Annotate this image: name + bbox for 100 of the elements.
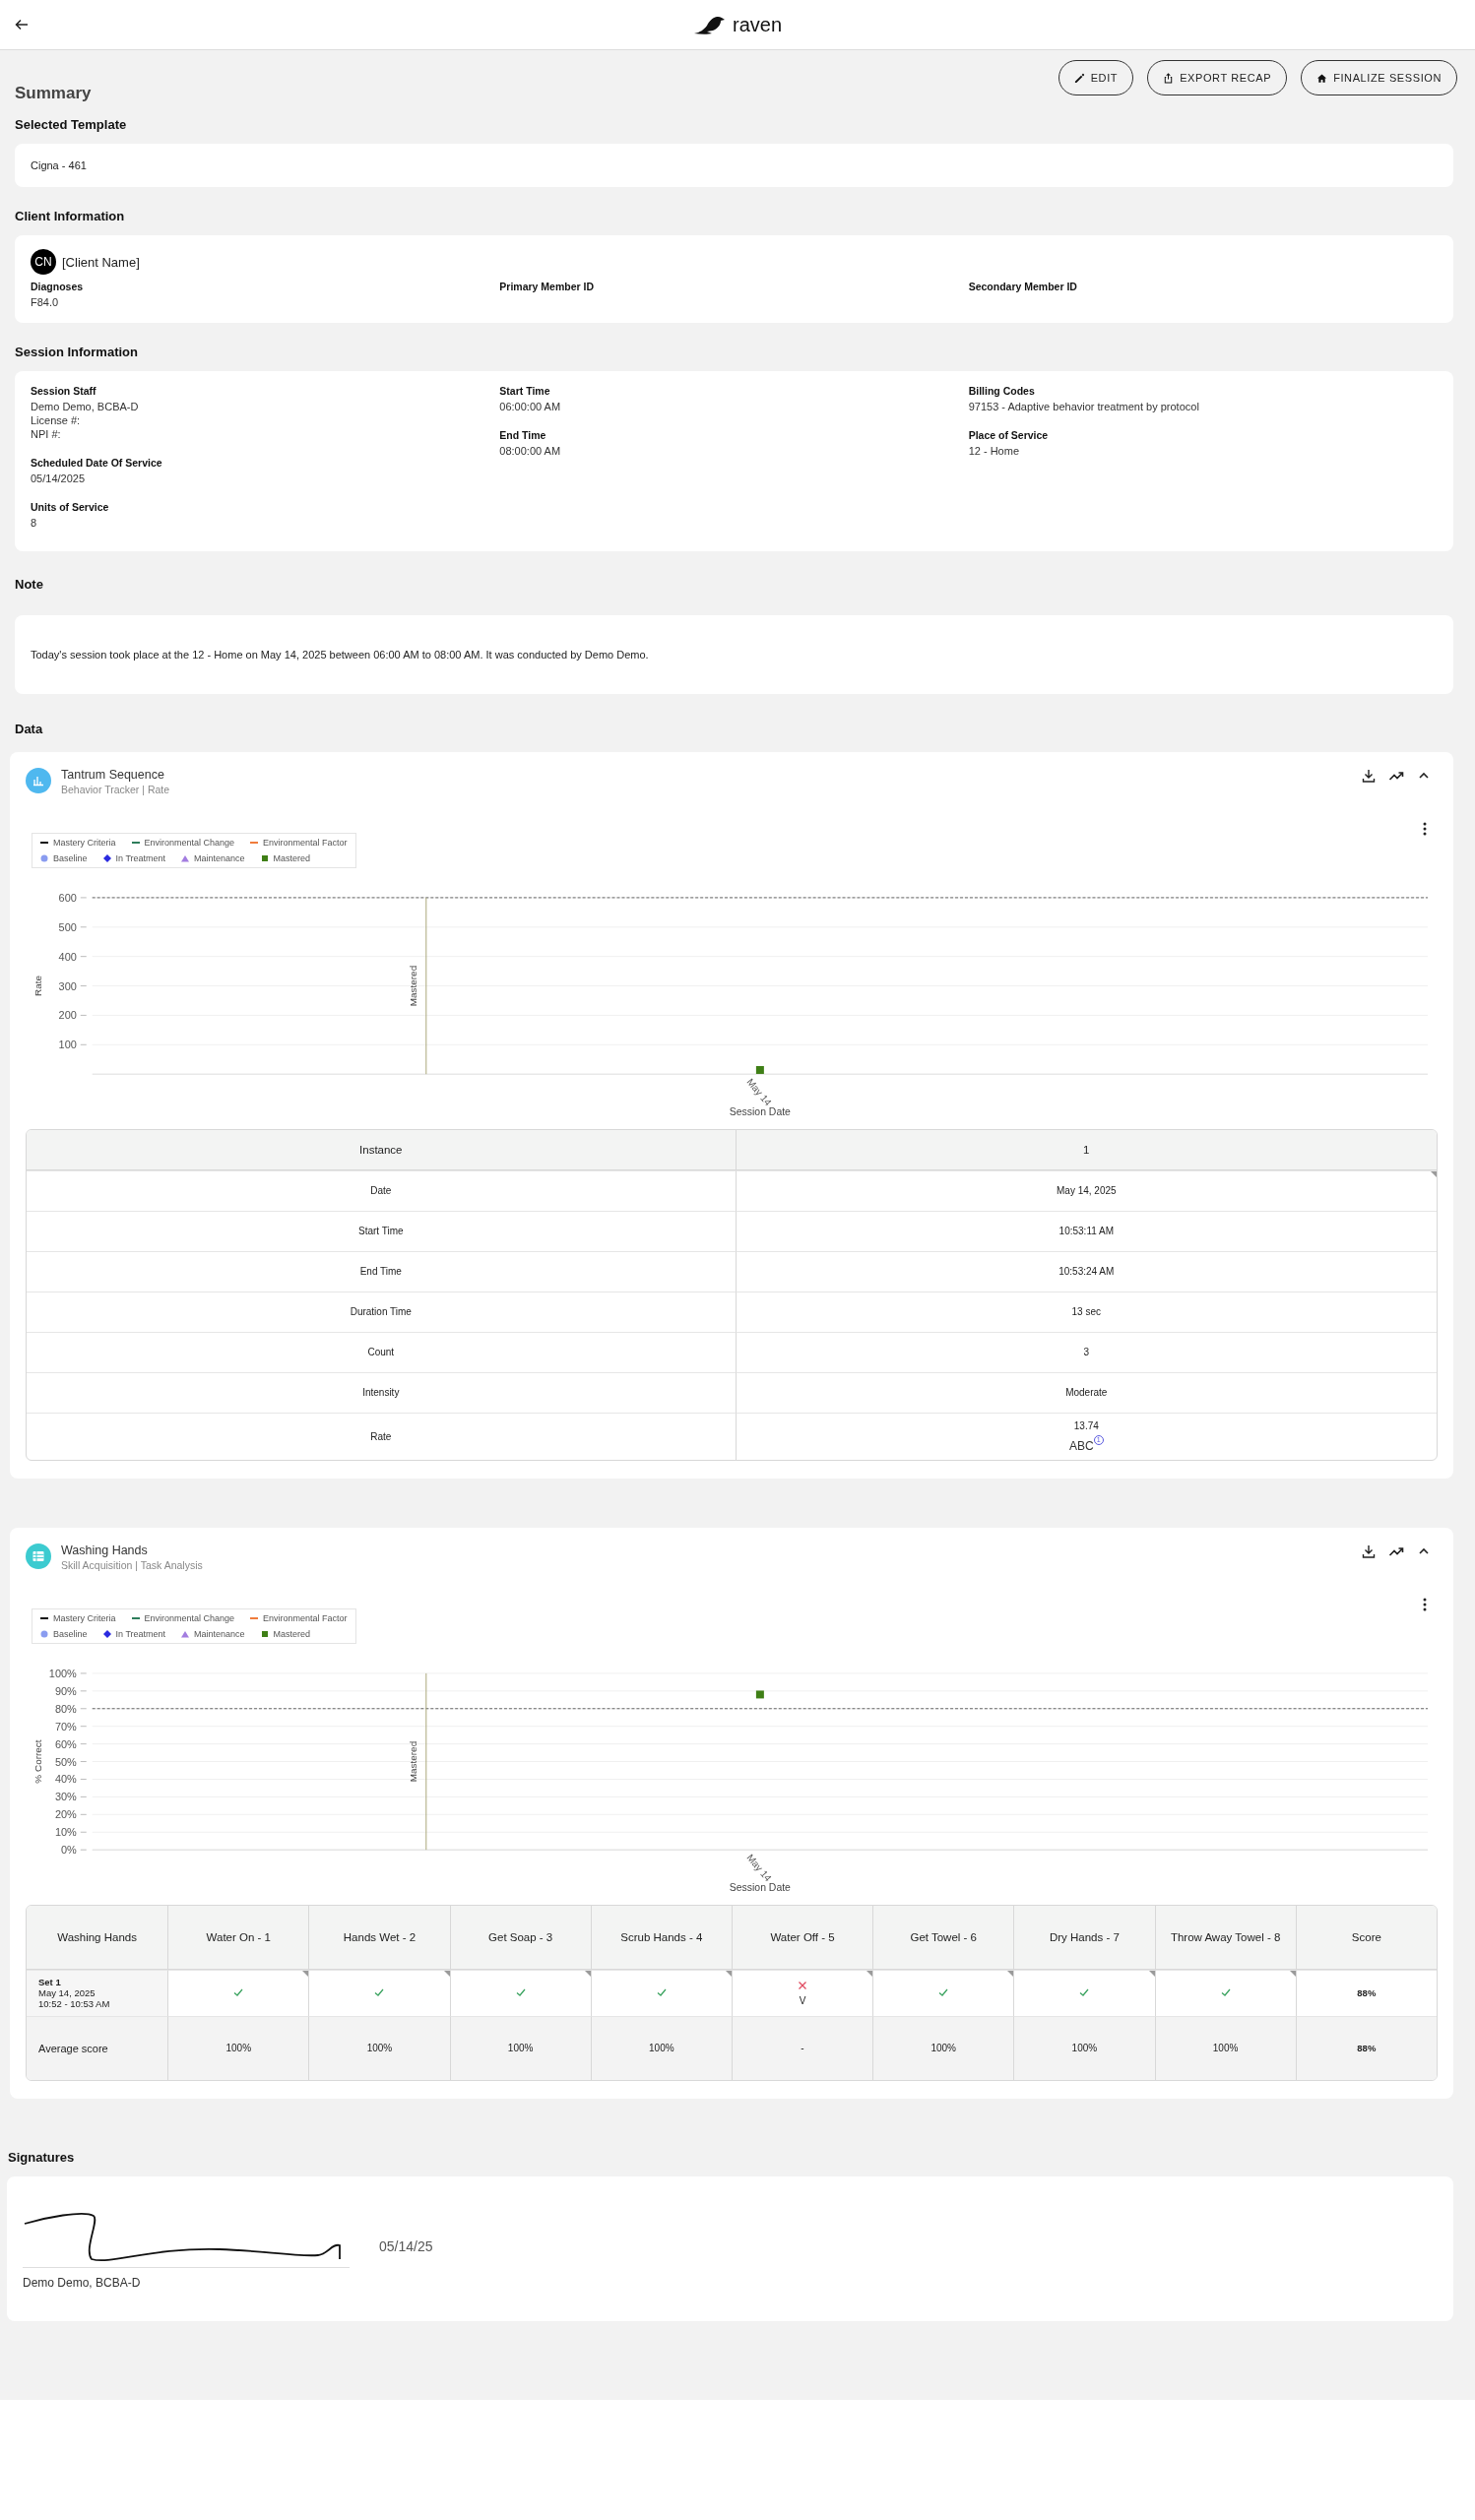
- tick-label: 90%: [54, 1684, 77, 1697]
- legend-label: Environmental Factor: [263, 1612, 348, 1623]
- tick-label: 500: [58, 920, 77, 933]
- tick-label: 50%: [54, 1755, 77, 1768]
- field-label: Diagnoses: [31, 281, 85, 292]
- legend-label: Mastery Criteria: [53, 1612, 116, 1623]
- legend-label: In Treatment: [115, 1628, 166, 1639]
- section-heading: Selected Template: [15, 117, 128, 132]
- field-label: Start Time: [499, 385, 551, 397]
- field-label: End Time: [499, 429, 547, 441]
- legend-label: Mastered: [273, 1628, 311, 1639]
- table-cell: 10:53:11 AM: [735, 1210, 1437, 1251]
- field-value: 8: [31, 516, 38, 530]
- legend-label: Baseline: [53, 1628, 88, 1639]
- pencil-icon: [1073, 72, 1085, 84]
- signature-date: 05/14/25: [379, 2238, 433, 2255]
- tick-label: 40%: [54, 1773, 77, 1786]
- tick-label: 300: [58, 979, 77, 992]
- table-cell: V: [731, 1969, 873, 2016]
- field-label: Primary Member ID: [499, 281, 596, 292]
- bird-icon: [693, 14, 727, 35]
- template-name: Cigna - 461: [31, 159, 87, 171]
- section-heading: Data: [15, 722, 44, 736]
- legend-label: Maintenance: [194, 1628, 245, 1639]
- table-cell: 100%: [167, 2015, 309, 2080]
- field-value: 06:00:00 AM: [499, 400, 562, 413]
- section-heading: Signatures: [8, 2149, 76, 2165]
- tick-label: 400: [58, 950, 77, 963]
- page-title: Summary: [15, 84, 92, 103]
- column-header: Instance: [27, 1129, 736, 1170]
- field-value: 97153 - Adaptive behavior treatment by protocol: [968, 400, 1200, 413]
- table-cell: 100%: [590, 2015, 732, 2080]
- table-cell: 13 sec: [735, 1291, 1437, 1332]
- table-cell: Duration Time: [27, 1291, 736, 1332]
- table-cell: 100%: [872, 2015, 1014, 2080]
- field-value: License #:: [31, 413, 82, 427]
- field-value: F84.0: [31, 295, 60, 309]
- legend-label: Maintenance: [194, 853, 245, 863]
- table-cell: -: [731, 2015, 873, 2080]
- field-value: Demo Demo, BCBA-D: [31, 400, 140, 413]
- tracker-title: Washing Hands: [61, 1543, 149, 1557]
- section-heading: Note: [15, 577, 44, 592]
- table-cell: Start Time: [27, 1210, 736, 1251]
- section-heading: Client Information: [15, 209, 126, 223]
- legend-label: Baseline: [53, 853, 88, 863]
- download-icon[interactable]: [1361, 768, 1377, 784]
- row-label: Set 1 May 14, 2025 10:52 - 10:53 AM: [27, 1969, 168, 2016]
- tracker-title: Tantrum Sequence: [61, 768, 165, 782]
- field-label: Secondary Member ID: [968, 281, 1078, 292]
- field-value: 08:00:00 AM: [499, 444, 562, 458]
- phase-label: Mastered: [407, 1740, 418, 1783]
- column-header: Dry Hands - 7: [1013, 1905, 1155, 1970]
- axis-title: Session Date: [729, 1106, 791, 1117]
- tracker-subtitle: Skill Acquisition | Task Analysis: [61, 1558, 203, 1571]
- column-header: Hands Wet - 2: [308, 1905, 450, 1970]
- legend-label: Mastered: [273, 853, 311, 863]
- download-icon[interactable]: [1361, 1543, 1377, 1559]
- legend-label: Environmental Change: [144, 1612, 235, 1623]
- column-header: Score: [1295, 1905, 1437, 1970]
- legend-label: In Treatment: [115, 853, 166, 863]
- row-label: Average score: [27, 2015, 168, 2080]
- table-cell: 100%: [1154, 2015, 1296, 2080]
- field-label: Billing Codes: [968, 385, 1036, 397]
- home-icon: [1316, 72, 1328, 84]
- column-header: Washing Hands: [27, 1905, 168, 1970]
- column-header: Scrub Hands - 4: [590, 1905, 732, 1970]
- tick-label: 0%: [61, 1844, 77, 1857]
- table-cell: 88%: [1295, 2015, 1437, 2080]
- table-cell: End Time: [27, 1250, 736, 1292]
- more-icon[interactable]: [1422, 1596, 1428, 1612]
- table-cell: 3: [735, 1331, 1437, 1372]
- table-cell: 100%: [449, 2015, 591, 2080]
- tick-label: 100: [58, 1039, 77, 1051]
- bar-chart-icon: [26, 768, 51, 793]
- tick-label: 200: [58, 1009, 77, 1022]
- more-icon[interactable]: [1422, 821, 1428, 837]
- field-value: 12 - Home: [968, 444, 1020, 458]
- tracker-subtitle: Behavior Tracker | Rate: [61, 784, 170, 795]
- axis-title: Session Date: [729, 1881, 791, 1893]
- tick-label: 30%: [54, 1791, 77, 1803]
- avatar: CN: [31, 249, 56, 275]
- back-icon[interactable]: [14, 17, 30, 32]
- column-header: Water Off - 5: [731, 1905, 873, 1970]
- tick-label: 10%: [54, 1826, 77, 1839]
- share-icon: [1163, 72, 1175, 84]
- field-value: 05/14/2025: [31, 472, 87, 485]
- brand-name: raven: [733, 13, 782, 36]
- field-label: Place of Service: [968, 429, 1050, 441]
- list-icon: [26, 1543, 51, 1569]
- tick-label: 20%: [54, 1808, 77, 1821]
- signer-name: Demo Demo, BCBA-D: [23, 2275, 142, 2290]
- table-cell: Date: [27, 1169, 736, 1211]
- tick-label: 80%: [54, 1702, 77, 1715]
- client-name: [Client Name]: [62, 254, 140, 270]
- field-label: Scheduled Date Of Service: [31, 457, 163, 469]
- tick-label: 70%: [54, 1720, 77, 1732]
- tick-label: 60%: [54, 1737, 77, 1750]
- note-text: Today's session took place at the 12 - Home on May 14, 2025 between 06:00 AM to 08:00 AM. It was conducted by Demo Demo.: [31, 649, 649, 661]
- column-header: 1: [735, 1129, 1437, 1170]
- section-heading: Session Information: [15, 345, 139, 359]
